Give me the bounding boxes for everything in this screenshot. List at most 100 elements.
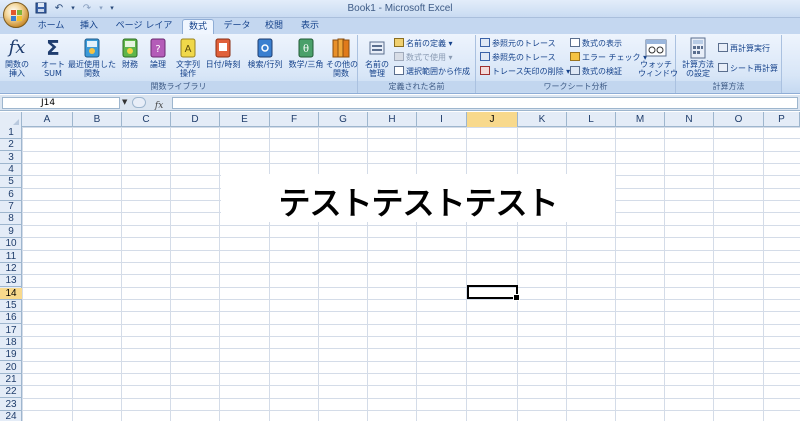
row-header-3[interactable]: 3 bbox=[0, 152, 22, 164]
column-header-n[interactable]: N bbox=[665, 112, 714, 127]
column-header-f[interactable]: F bbox=[270, 112, 319, 127]
show-formulas-button[interactable]: 数式の表示 bbox=[570, 38, 622, 50]
row-header-5[interactable]: 5 bbox=[0, 176, 22, 188]
trace-precedents-button[interactable]: 参照元のトレース bbox=[480, 38, 556, 50]
row-header-2[interactable]: 2 bbox=[0, 139, 22, 151]
evaluate-formula-button[interactable]: 数式の検証 bbox=[570, 66, 622, 78]
name-manager-icon bbox=[369, 41, 385, 55]
financial-label: 財務 bbox=[122, 60, 138, 69]
grid-row-line bbox=[22, 138, 800, 139]
math-label: 数学/三角 bbox=[288, 60, 324, 69]
recent-book-icon bbox=[84, 38, 100, 58]
logical-button[interactable]: ? 論理 bbox=[146, 37, 170, 69]
datetime-button[interactable]: 日付/時刻 bbox=[202, 37, 244, 69]
calc-options-label: 計算方法 の設定 bbox=[682, 60, 714, 78]
use-in-formula-button[interactable]: 数式で使用 ▾ bbox=[394, 52, 453, 64]
name-manager-label: 名前の 管理 bbox=[365, 60, 389, 78]
office-button[interactable] bbox=[3, 2, 29, 28]
row-header-21[interactable]: 21 bbox=[0, 374, 22, 386]
recent-functions-button[interactable]: 最近使用した 関数 bbox=[68, 37, 116, 78]
column-header-o[interactable]: O bbox=[714, 112, 764, 127]
column-header-p[interactable]: P bbox=[764, 112, 800, 127]
row-header-9[interactable]: 9 bbox=[0, 226, 22, 238]
column-header-b[interactable]: B bbox=[73, 112, 122, 127]
row-header-6[interactable]: 6 bbox=[0, 189, 22, 201]
trace-precedents-icon bbox=[480, 38, 490, 47]
tab-formulas[interactable]: 数式 bbox=[182, 19, 214, 34]
active-cell-j14[interactable] bbox=[467, 285, 520, 301]
column-header-h[interactable]: H bbox=[368, 112, 417, 127]
row-header-23[interactable]: 23 bbox=[0, 399, 22, 411]
formula-bar-splitter-icon[interactable] bbox=[132, 97, 146, 108]
row-header-1[interactable]: 1 bbox=[0, 127, 22, 139]
row-header-8[interactable]: 8 bbox=[0, 213, 22, 225]
calc-options-button[interactable]: 計算方法 の設定 bbox=[680, 37, 716, 78]
column-header-c[interactable]: C bbox=[122, 112, 171, 127]
autosum-button[interactable]: Σ オート SUM bbox=[38, 37, 68, 78]
sigma-icon: Σ bbox=[46, 36, 60, 60]
define-name-icon bbox=[394, 38, 404, 47]
calc-now-label: 再計算実行 bbox=[730, 44, 770, 53]
name-manager-button[interactable]: 名前の 管理 bbox=[362, 37, 392, 78]
insert-function-fx-icon[interactable]: fx bbox=[155, 101, 163, 111]
financial-button[interactable]: 財務 bbox=[118, 37, 142, 69]
column-header-k[interactable]: K bbox=[518, 112, 567, 127]
error-checking-button[interactable]: エラー チェック ▾ bbox=[570, 52, 647, 64]
row-header-14[interactable]: 14 bbox=[0, 288, 22, 300]
column-header-d[interactable]: D bbox=[171, 112, 220, 127]
row-header-20[interactable]: 20 bbox=[0, 362, 22, 374]
row-header-15[interactable]: 15 bbox=[0, 300, 22, 312]
row-header-13[interactable]: 13 bbox=[0, 275, 22, 287]
row-header-22[interactable]: 22 bbox=[0, 386, 22, 398]
column-header-j[interactable]: J bbox=[467, 112, 518, 127]
grid-row-line bbox=[22, 250, 800, 251]
row-header-18[interactable]: 18 bbox=[0, 337, 22, 349]
row-header-19[interactable]: 19 bbox=[0, 349, 22, 361]
error-checking-label: エラー チェック bbox=[582, 53, 641, 62]
title-bar: ↶ ▾ ↷ ▾ ▾ Book1 - Microsoft Excel bbox=[0, 0, 800, 18]
name-box-dropdown-icon[interactable]: ▼ bbox=[122, 98, 127, 106]
column-header-i[interactable]: I bbox=[417, 112, 467, 127]
column-header-l[interactable]: L bbox=[567, 112, 616, 127]
more-functions-book-icon bbox=[332, 38, 350, 58]
math-button[interactable]: θ 数学/三角 bbox=[286, 37, 326, 69]
insert-function-button[interactable]: fx 関数の 挿入 bbox=[4, 37, 30, 78]
tab-page-layout[interactable]: ページ レイアウト bbox=[112, 19, 176, 45]
remove-arrows-label: トレース矢印の削除 bbox=[492, 67, 564, 76]
name-box[interactable]: J14 bbox=[2, 97, 120, 109]
column-header-m[interactable]: M bbox=[616, 112, 665, 127]
tab-insert[interactable]: 挿入 bbox=[76, 19, 102, 34]
formula-input[interactable] bbox=[172, 97, 798, 109]
row-header-10[interactable]: 10 bbox=[0, 238, 22, 250]
row-header-17[interactable]: 17 bbox=[0, 325, 22, 337]
svg-text:?: ? bbox=[155, 44, 160, 55]
tab-data[interactable]: データ bbox=[222, 19, 252, 34]
cell-grid[interactable] bbox=[22, 127, 800, 421]
lookup-button[interactable]: 検索/行列 bbox=[244, 37, 286, 69]
text-functions-button[interactable]: A 文字列 操作 bbox=[174, 37, 202, 78]
row-header-24[interactable]: 24 bbox=[0, 411, 22, 421]
grid-row-line bbox=[22, 361, 800, 362]
datetime-book-icon bbox=[215, 38, 231, 58]
remove-arrows-button[interactable]: トレース矢印の削除 ▾ bbox=[480, 66, 570, 78]
column-header-e[interactable]: E bbox=[220, 112, 270, 127]
watch-window-button[interactable]: ウォッチ ウィンドウ bbox=[638, 37, 678, 78]
tab-home[interactable]: ホーム bbox=[34, 19, 68, 34]
row-header-7[interactable]: 7 bbox=[0, 201, 22, 213]
calc-now-button[interactable]: 再計算実行 bbox=[718, 43, 770, 55]
row-header-12[interactable]: 12 bbox=[0, 263, 22, 275]
create-from-selection-button[interactable]: 選択範囲から作成 bbox=[394, 66, 470, 78]
tab-view[interactable]: 表示 bbox=[296, 19, 324, 34]
row-header-11[interactable]: 11 bbox=[0, 251, 22, 263]
more-functions-button[interactable]: その他の 関数 bbox=[326, 37, 358, 78]
select-all-corner[interactable] bbox=[0, 112, 22, 127]
column-header-a[interactable]: A bbox=[22, 112, 73, 127]
trace-dependents-button[interactable]: 参照先のトレース bbox=[480, 52, 556, 64]
tab-review[interactable]: 校閲 bbox=[260, 19, 288, 34]
row-header-4[interactable]: 4 bbox=[0, 164, 22, 176]
row-header-16[interactable]: 16 bbox=[0, 312, 22, 324]
define-name-button[interactable]: 名前の定義 ▾ bbox=[394, 38, 453, 50]
column-header-g[interactable]: G bbox=[319, 112, 368, 127]
calc-sheet-button[interactable]: シート再計算 bbox=[718, 63, 778, 75]
calc-sheet-icon bbox=[718, 63, 728, 72]
